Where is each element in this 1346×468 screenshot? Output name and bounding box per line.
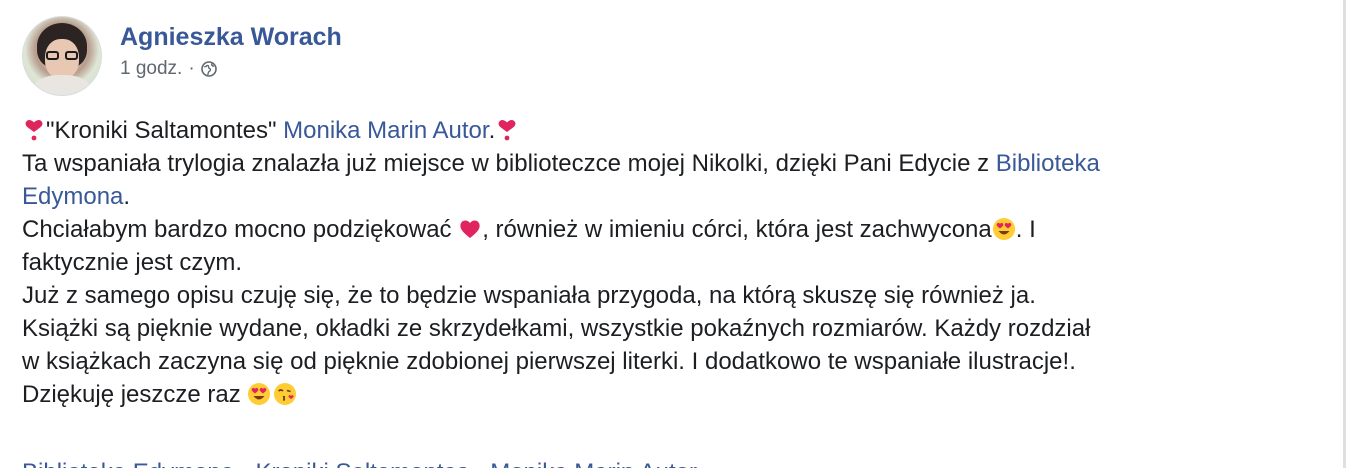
text-segment: Chciałabym bardzo mocno podziękować	[22, 216, 459, 243]
text-segment: .	[123, 183, 131, 210]
page-link-biblioteka-edymona[interactable]: Biblioteka	[996, 150, 1100, 177]
text-segment: .	[488, 117, 496, 144]
post-line-5: faktycznie jest czym.	[22, 249, 243, 276]
post-meta: Agnieszka Worach 1 godz. ·	[120, 22, 342, 81]
post-subline: 1 godz. ·	[120, 57, 342, 81]
text-segment: Ta wspaniała trylogia znalazła już miejs…	[22, 150, 996, 177]
facebook-post: Agnieszka Worach 1 godz. · "Kroniki Salt…	[0, 0, 1346, 468]
text-segment: . I	[1015, 216, 1036, 243]
author-name-link[interactable]: Agnieszka Worach	[120, 22, 342, 52]
post-line-8: w książkach zaczyna się od pięknie zdobi…	[22, 348, 1076, 375]
face-blowing-kiss-emoji-icon	[274, 383, 297, 405]
post-body: "Kroniki Saltamontes" Monika Marin Autor…	[22, 114, 1322, 411]
globe-icon[interactable]	[200, 61, 217, 77]
post-header: Agnieszka Worach 1 godz. ·	[22, 16, 342, 96]
avatar[interactable]	[22, 16, 102, 96]
heart-exclamation-icon	[498, 119, 516, 141]
heart-eyes-emoji-icon	[248, 383, 271, 405]
text-segment: Dziękuję jeszcze raz	[22, 381, 248, 408]
red-heart-icon	[460, 220, 480, 238]
text-segment: "Kroniki Saltamontes"	[46, 117, 284, 144]
post-line-2: Ta wspaniała trylogia znalazła już miejs…	[22, 147, 1322, 180]
post-line-3: Edymona.	[22, 180, 1322, 213]
cut-off-tagged-pages[interactable]: Biblioteka Edymona · Kroniki Saltamontes…	[22, 456, 697, 468]
text-segment: , również w imieniu córci, która jest za…	[482, 216, 992, 243]
post-line-7: Książki są pięknie wydane, okładki ze sk…	[22, 315, 1091, 342]
page-link-monika-marin[interactable]: Monika Marin Autor	[283, 117, 488, 144]
page-link-biblioteka-edymona-cont[interactable]: Edymona	[22, 183, 123, 210]
heart-exclamation-icon	[25, 119, 43, 141]
post-timestamp[interactable]: 1 godz.	[120, 57, 182, 81]
post-line-9: Dziękuję jeszcze raz	[22, 378, 1322, 411]
heart-eyes-emoji-icon	[992, 218, 1015, 240]
post-line-4: Chciałabym bardzo mocno podziękować , ró…	[22, 213, 1322, 246]
post-line-6: Już z samego opisu czuję się, że to będz…	[22, 282, 1036, 309]
separator-dot: ·	[188, 58, 195, 79]
post-line-1: "Kroniki Saltamontes" Monika Marin Autor…	[22, 114, 1322, 147]
